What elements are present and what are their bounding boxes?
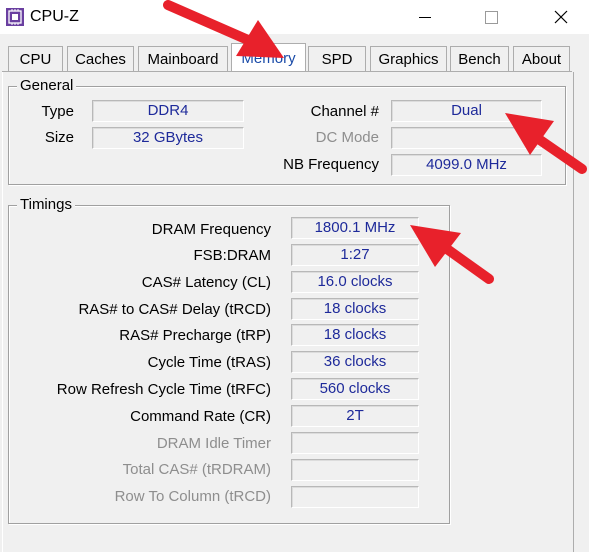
red-arrow-icon	[505, 113, 587, 174]
total-cas-value	[291, 459, 419, 481]
tab-cpu[interactable]: CPU	[8, 46, 63, 72]
tab-about[interactable]: About	[513, 46, 570, 72]
cas-latency-label: CAS# Latency (CL)	[141, 274, 271, 291]
dram-frequency-value: 1800.1 MHz	[291, 217, 419, 239]
row-refresh-cycle-time-value: 560 clocks	[291, 378, 419, 400]
tab-bench[interactable]: Bench	[450, 46, 509, 72]
tab-graphics[interactable]: Graphics	[370, 46, 447, 72]
row-refresh-cycle-time-label: Row Refresh Cycle Time (tRFC)	[56, 381, 271, 398]
dram-idle-timer-value	[291, 432, 419, 454]
general-group-title: General	[17, 77, 77, 95]
dc-mode-label: DC Mode	[315, 129, 379, 146]
minimize-button[interactable]	[402, 0, 448, 34]
cycle-time-label: Cycle Time (tRAS)	[147, 354, 271, 371]
cas-latency-value: 16.0 clocks	[291, 271, 419, 293]
channel-label: Channel #	[310, 103, 379, 120]
size-value: 32 GBytes	[92, 127, 244, 149]
dram-idle-timer-label: DRAM Idle Timer	[156, 435, 271, 452]
tab-spd[interactable]: SPD	[308, 46, 366, 72]
close-button[interactable]	[538, 0, 584, 34]
ras-precharge-value: 18 clocks	[291, 324, 419, 346]
fsb-dram-label: FSB:DRAM	[193, 247, 271, 264]
command-rate-label: Command Rate (CR)	[130, 408, 271, 425]
type-label: Type	[41, 103, 74, 120]
cycle-time-value: 36 clocks	[291, 351, 419, 373]
ras-precharge-label: RAS# Precharge (tRP)	[119, 327, 271, 344]
command-rate-value: 2T	[291, 405, 419, 427]
red-arrow-icon	[163, 0, 284, 58]
ras-to-cas-delay-label: RAS# to CAS# Delay (tRCD)	[78, 301, 271, 318]
cpu-z-icon	[6, 8, 24, 26]
nb-frequency-label: NB Frequency	[283, 156, 379, 173]
maximize-button[interactable]	[468, 0, 514, 34]
dram-frequency-label: DRAM Frequency	[151, 221, 271, 238]
fsb-dram-value: 1:27	[291, 244, 419, 266]
maximize-icon	[484, 10, 498, 24]
close-icon	[554, 10, 568, 24]
total-cas-label: Total CAS# (tRDRAM)	[122, 461, 271, 478]
timings-group-title: Timings	[17, 196, 75, 214]
ras-to-cas-delay-value: 18 clocks	[291, 298, 419, 320]
size-label: Size	[44, 129, 74, 146]
type-value: DDR4	[92, 100, 244, 122]
window-title: CPU-Z	[30, 8, 79, 25]
red-arrow-icon	[410, 225, 494, 284]
tab-caches[interactable]: Caches	[67, 46, 134, 72]
row-to-column-value	[291, 486, 419, 508]
minimize-icon	[419, 16, 431, 18]
row-to-column-label: Row To Column (tRCD)	[114, 488, 271, 505]
